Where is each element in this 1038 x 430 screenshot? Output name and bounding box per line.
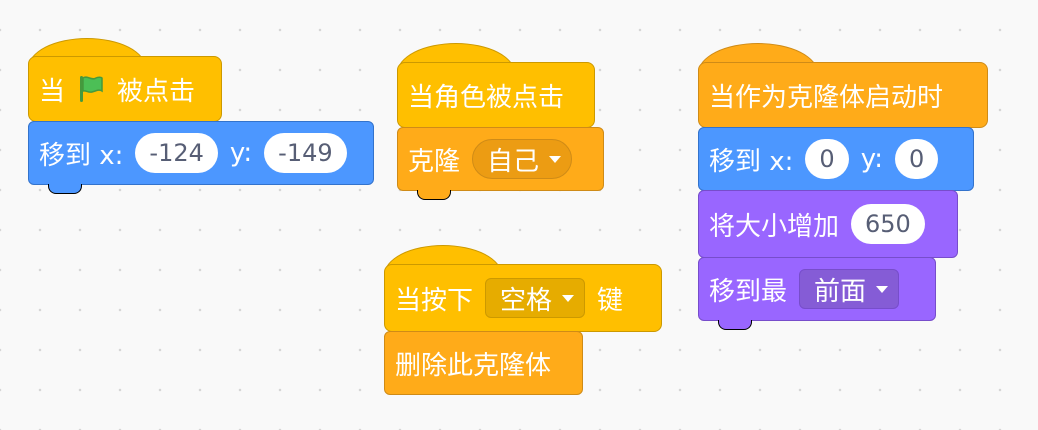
caret-down-icon xyxy=(562,294,575,302)
x-input[interactable]: -124 xyxy=(135,133,218,173)
layer-option-value: 前面 xyxy=(814,276,867,307)
go-to-label: 移到 x: xyxy=(709,146,794,177)
go-to-xy-block[interactable]: 移到 x: 0 y: 0 xyxy=(698,127,974,191)
hat-prefix: 当 xyxy=(39,76,66,107)
when-flag-clicked-block[interactable]: 当 被点击 xyxy=(28,56,222,122)
delete-clone-block[interactable]: 删除此克隆体 xyxy=(384,331,583,395)
key-dropdown[interactable]: 空格 xyxy=(485,278,586,318)
go-to-layer-block[interactable]: 移到最 前面 xyxy=(698,257,936,321)
change-size-block[interactable]: 将大小增加 650 xyxy=(698,190,958,258)
y-input[interactable]: 0 xyxy=(894,139,939,179)
key-option-value: 空格 xyxy=(500,285,553,316)
caret-down-icon xyxy=(876,285,889,293)
block-notch xyxy=(718,320,752,330)
y-label: y: xyxy=(860,144,883,174)
hat-label: 当角色被点击 xyxy=(408,82,565,113)
hat-suffix: 被点击 xyxy=(117,76,196,107)
block-notch xyxy=(48,184,82,194)
create-clone-label: 克隆 xyxy=(408,146,461,177)
go-to-layer-label: 移到最 xyxy=(709,276,788,307)
y-input[interactable]: -149 xyxy=(264,133,347,173)
go-to-label: 移到 x: xyxy=(39,140,124,171)
hat-prefix: 当按下 xyxy=(395,285,474,316)
clone-target-dropdown[interactable]: 自己 xyxy=(472,139,573,179)
when-sprite-clicked-block[interactable]: 当角色被点击 xyxy=(397,62,595,128)
green-flag-icon xyxy=(77,74,105,104)
create-clone-block[interactable]: 克隆 自己 xyxy=(397,127,604,191)
hat-label: 当作为克隆体启动时 xyxy=(709,82,944,113)
when-clone-starts-block[interactable]: 当作为克隆体启动时 xyxy=(698,62,988,128)
delete-clone-label: 删除此克隆体 xyxy=(395,350,552,381)
caret-down-icon xyxy=(549,155,562,163)
hat-suffix: 键 xyxy=(597,285,624,316)
layer-dropdown[interactable]: 前面 xyxy=(799,269,900,309)
x-input[interactable]: 0 xyxy=(805,139,849,179)
go-to-xy-block[interactable]: 移到 x: -124 y: -149 xyxy=(28,121,374,185)
when-key-pressed-block[interactable]: 当按下 空格 键 xyxy=(384,264,662,332)
block-notch xyxy=(417,190,451,200)
change-size-label: 将大小增加 xyxy=(709,211,840,242)
y-label: y: xyxy=(229,138,253,168)
clone-target-value: 自己 xyxy=(487,146,540,177)
size-input[interactable]: 650 xyxy=(851,204,925,244)
